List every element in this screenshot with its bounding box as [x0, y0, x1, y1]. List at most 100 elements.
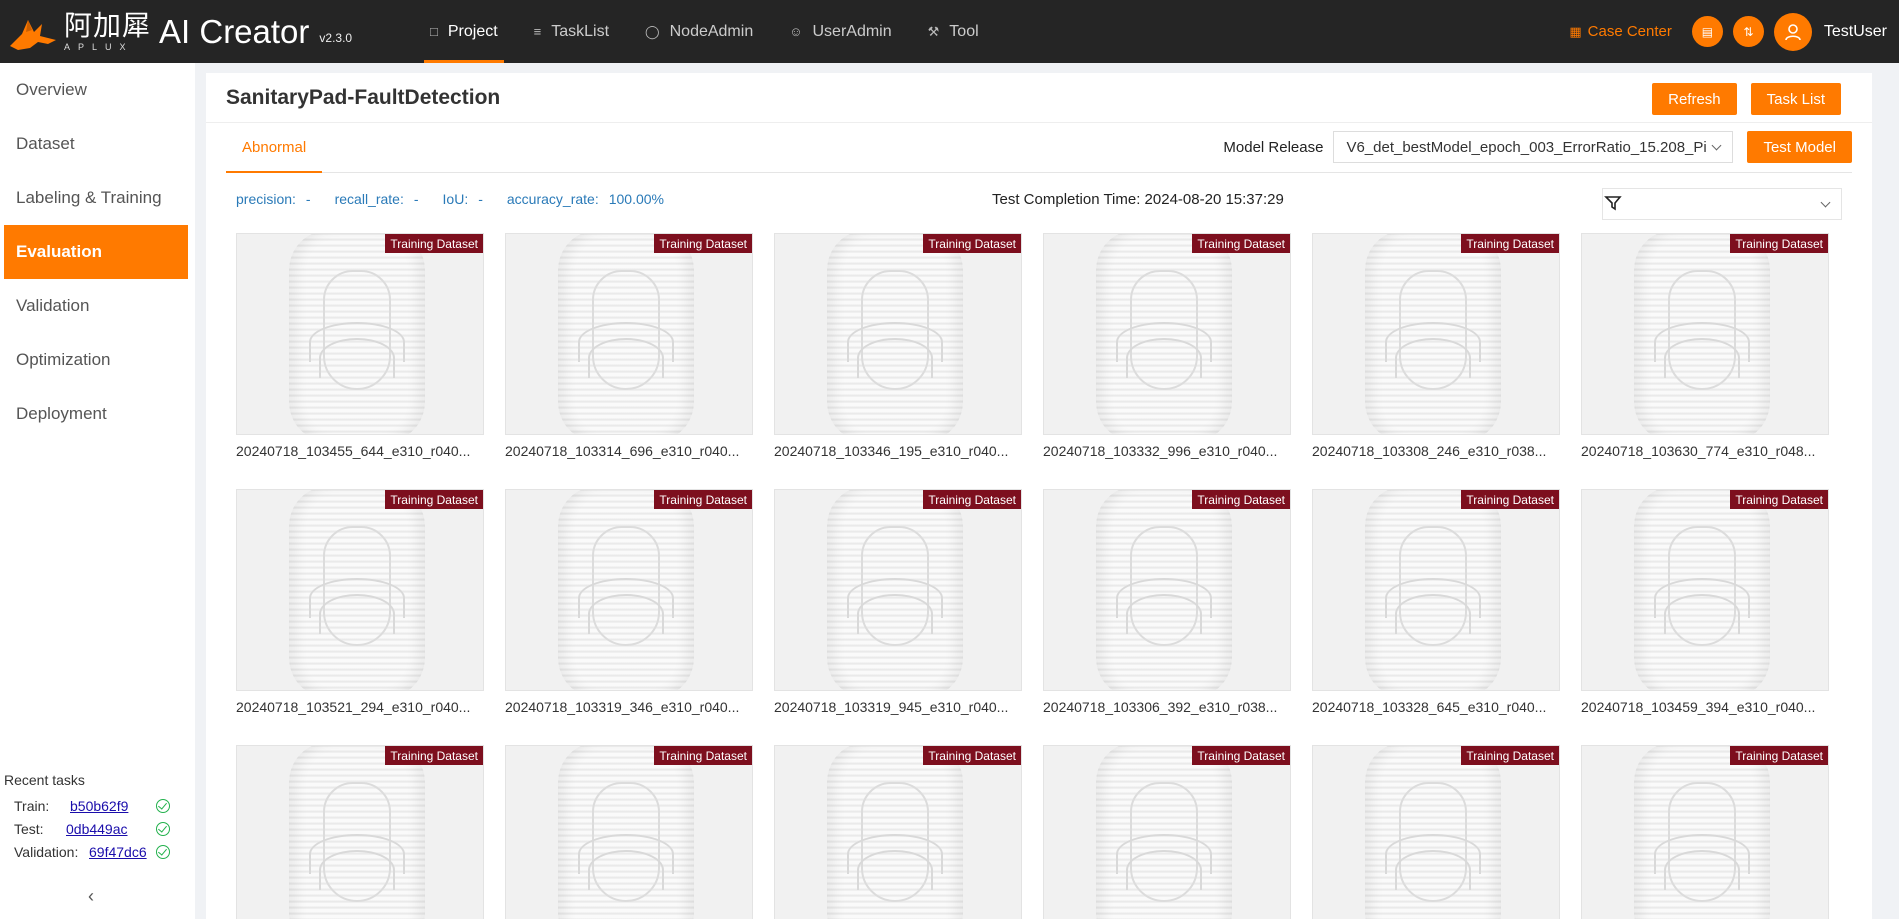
pad-arc	[319, 850, 395, 890]
image-thumbnail[interactable]: Training Dataset	[236, 489, 484, 691]
collapse-sidebar-icon[interactable]: ‹	[88, 886, 94, 907]
image-card[interactable]: Training Dataset	[1581, 745, 1829, 919]
user-avatar[interactable]	[1773, 12, 1812, 51]
image-card[interactable]: Training Dataset 20240718_103319_945_e31…	[774, 489, 1022, 715]
training-dataset-badge: Training Dataset	[654, 746, 752, 765]
nav-nodeadmin[interactable]: ◯ NodeAdmin	[627, 0, 771, 63]
metric-precision: precision: -	[236, 191, 311, 207]
task-list-button[interactable]: Task List	[1750, 83, 1841, 115]
sanitary-pad-image	[1096, 746, 1232, 919]
logo-text: 阿加犀 APLUX	[64, 9, 152, 52]
nav-tool[interactable]: ⚒ Tool	[910, 0, 997, 63]
image-thumbnail[interactable]: Training Dataset	[1581, 489, 1829, 691]
header-buttons: Refresh Task List	[1638, 83, 1841, 115]
check-circle-icon	[156, 844, 170, 859]
sidebar-item-labeling-training[interactable]: Labeling & Training	[0, 171, 195, 225]
model-release-select[interactable]: V6_det_bestModel_epoch_003_ErrorRatio_15…	[1333, 131, 1734, 163]
username[interactable]: TestUser	[1824, 23, 1887, 41]
image-card[interactable]: Training Dataset 20240718_103319_346_e31…	[505, 489, 753, 715]
case-center-link[interactable]: ▦ Case Center	[1569, 23, 1672, 40]
image-card[interactable]: Training Dataset	[236, 745, 484, 919]
sanitary-pad-image	[1096, 234, 1232, 434]
recent-validation-link[interactable]: 69f47dc6	[89, 844, 156, 860]
sidebar: Overview Dataset Labeling & Training Eva…	[0, 63, 195, 919]
nav-tool-label: Tool	[949, 22, 979, 40]
pad-arc	[1664, 594, 1740, 634]
image-thumbnail[interactable]: Training Dataset	[1312, 489, 1560, 691]
pad-arc	[319, 594, 395, 634]
image-card[interactable]: Training Dataset	[505, 745, 753, 919]
image-thumbnail[interactable]: Training Dataset	[774, 233, 1022, 435]
image-thumbnail[interactable]: Training Dataset	[774, 745, 1022, 919]
sanitary-pad-image	[289, 234, 425, 434]
recent-test-link[interactable]: 0db449ac	[66, 821, 156, 837]
sanitary-pad-image	[827, 234, 963, 434]
docs-button[interactable]: ▤	[1691, 16, 1723, 47]
image-thumbnail[interactable]: Training Dataset	[1043, 745, 1291, 919]
image-thumbnail[interactable]: Training Dataset	[1312, 745, 1560, 919]
nav-tasklist[interactable]: ≡ TaskList	[516, 0, 627, 63]
image-card[interactable]: Training Dataset 20240718_103459_394_e31…	[1581, 489, 1829, 715]
image-card[interactable]: Training Dataset 20240718_103346_195_e31…	[774, 233, 1022, 459]
image-thumbnail[interactable]: Training Dataset	[1043, 233, 1291, 435]
image-card[interactable]: Training Dataset	[774, 745, 1022, 919]
pad-arc	[1664, 338, 1740, 378]
image-thumbnail[interactable]: Training Dataset	[774, 489, 1022, 691]
main-nav: □ Project ≡ TaskList ◯ NodeAdmin ☺ UserA…	[412, 0, 997, 63]
training-dataset-badge: Training Dataset	[923, 490, 1021, 509]
image-card[interactable]: Training Dataset 20240718_103455_644_e31…	[236, 233, 484, 459]
image-thumbnail[interactable]: Training Dataset	[236, 233, 484, 435]
image-thumbnail[interactable]: Training Dataset	[1043, 489, 1291, 691]
training-dataset-badge: Training Dataset	[1192, 234, 1290, 253]
logo-cn-text: 阿加犀	[64, 9, 152, 41]
check-circle-icon	[156, 798, 170, 813]
image-thumbnail[interactable]: Training Dataset	[505, 489, 753, 691]
image-thumbnail[interactable]: Training Dataset	[505, 233, 753, 435]
precision-label: precision:	[236, 191, 296, 207]
test-model-button[interactable]: Test Model	[1747, 131, 1852, 163]
sidebar-item-overview[interactable]: Overview	[0, 63, 195, 117]
image-card[interactable]: Training Dataset	[1043, 745, 1291, 919]
fox-logo-icon	[10, 19, 56, 50]
image-thumbnail[interactable]: Training Dataset	[1581, 745, 1829, 919]
image-thumbnail[interactable]: Training Dataset	[1312, 233, 1560, 435]
logo[interactable]: 阿加犀 APLUX AI Creator v2.3.0	[0, 0, 400, 63]
nav-useradmin[interactable]: ☺ UserAdmin	[771, 0, 909, 63]
nav-nodeadmin-label: NodeAdmin	[669, 22, 754, 40]
image-card[interactable]: Training Dataset 20240718_103306_392_e31…	[1043, 489, 1291, 715]
sanitary-pad-image	[1365, 234, 1501, 434]
sidebar-item-optimization[interactable]: Optimization	[0, 333, 195, 387]
sanitary-pad-image	[1634, 490, 1770, 690]
recent-tasks-title: Recent tasks	[4, 772, 85, 788]
image-card[interactable]: Training Dataset 20240718_103308_246_e31…	[1312, 233, 1560, 459]
image-thumbnail[interactable]: Training Dataset	[1581, 233, 1829, 435]
image-card[interactable]: Training Dataset 20240718_103630_774_e31…	[1581, 233, 1829, 459]
training-dataset-badge: Training Dataset	[1461, 746, 1559, 765]
sidebar-item-validation[interactable]: Validation	[0, 279, 195, 333]
tab-abnormal[interactable]: Abnormal	[226, 123, 323, 173]
recent-train-link[interactable]: b50b62f9	[70, 798, 156, 814]
sanitary-pad-image	[558, 746, 694, 919]
image-card[interactable]: Training Dataset 20240718_103314_696_e31…	[505, 233, 753, 459]
nav-useradmin-label: UserAdmin	[812, 22, 892, 40]
refresh-button[interactable]: Refresh	[1652, 83, 1737, 115]
pad-arc	[1395, 338, 1471, 378]
image-card[interactable]: Training Dataset 20240718_103328_645_e31…	[1312, 489, 1560, 715]
iou-value: -	[478, 191, 483, 207]
filter-select[interactable]	[1602, 188, 1842, 220]
image-thumbnail[interactable]: Training Dataset	[236, 745, 484, 919]
language-button[interactable]: ⇅	[1732, 16, 1764, 47]
training-dataset-badge: Training Dataset	[654, 490, 752, 509]
recent-validation-label: Validation:	[14, 843, 79, 860]
image-card[interactable]: Training Dataset	[1312, 745, 1560, 919]
sidebar-item-deployment[interactable]: Deployment	[0, 387, 195, 441]
image-card[interactable]: Training Dataset 20240718_103332_996_e31…	[1043, 233, 1291, 459]
pad-arc	[857, 850, 933, 890]
chevron-down-icon	[1712, 140, 1722, 151]
nav-project[interactable]: □ Project	[412, 0, 516, 63]
pad-arc	[857, 338, 933, 378]
sidebar-item-evaluation[interactable]: Evaluation	[4, 225, 188, 279]
sidebar-item-dataset[interactable]: Dataset	[0, 117, 195, 171]
image-thumbnail[interactable]: Training Dataset	[505, 745, 753, 919]
image-card[interactable]: Training Dataset 20240718_103521_294_e31…	[236, 489, 484, 715]
